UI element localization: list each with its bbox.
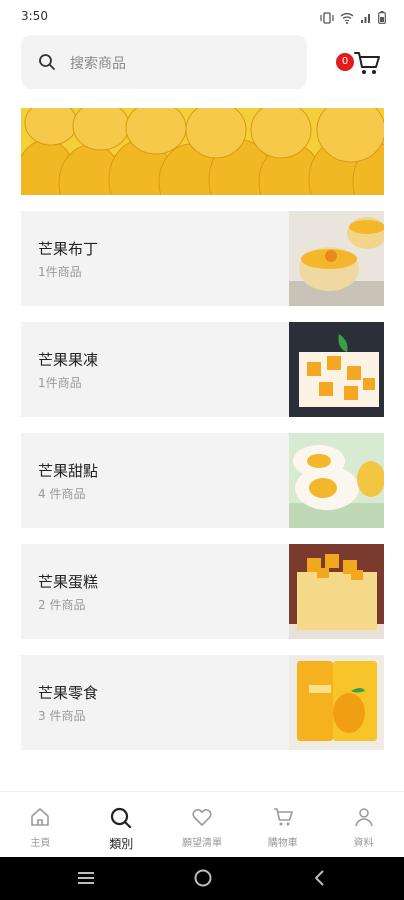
promo-banner[interactable] — [21, 108, 384, 195]
cart-button[interactable]: 0 — [334, 46, 384, 80]
search-placeholder: 搜索商品 — [70, 56, 126, 72]
battery-icon — [378, 9, 386, 28]
category-name: 芒果蛋糕 — [38, 573, 99, 591]
heart-icon — [192, 809, 212, 826]
menu-icon[interactable] — [76, 868, 96, 888]
cart-icon — [273, 808, 293, 826]
search-icon — [39, 54, 55, 70]
cart-badge: 0 — [336, 53, 354, 71]
back-icon[interactable] — [310, 868, 330, 888]
category-count: 2 件商品 — [38, 598, 86, 612]
mango-banner-image — [21, 108, 384, 195]
search-bar[interactable]: 搜索商品 — [21, 35, 307, 89]
search-icon — [111, 807, 132, 829]
category-card[interactable]: 芒果果凍 1件商品 — [21, 322, 384, 417]
jelly-thumbnail — [289, 322, 384, 417]
nav-label: 主頁 — [30, 838, 51, 849]
nav-label: 類別 — [109, 837, 134, 851]
category-count: 1件商品 — [38, 376, 82, 390]
nav-item-profile[interactable]: 資料 — [323, 792, 404, 858]
category-count: 4 件商品 — [38, 487, 86, 501]
category-count: 3 件商品 — [38, 709, 86, 723]
dessert-thumbnail — [289, 433, 384, 528]
pudding-thumbnail — [289, 211, 384, 306]
nav-item-home[interactable]: 主頁 — [0, 792, 81, 858]
category-count: 1件商品 — [38, 265, 82, 279]
category-card[interactable]: 芒果零食 3 件商品 — [21, 655, 384, 750]
nav-label: 資料 — [353, 838, 374, 849]
status-bar: 3:50 — [0, 0, 404, 34]
nav-item-cart[interactable]: 購物車 — [242, 792, 323, 858]
home-icon — [31, 808, 50, 826]
cake-thumbnail — [289, 544, 384, 639]
status-time: 3:50 — [21, 9, 48, 23]
bottom-nav: 主頁 類別 願望清單 購物車 資料 — [0, 791, 404, 858]
status-icons — [320, 9, 386, 28]
user-icon — [354, 808, 373, 827]
wifi-icon — [340, 9, 354, 28]
nav-label: 願望清單 — [181, 838, 222, 849]
category-name: 芒果果凍 — [38, 351, 99, 369]
nav-item-categories[interactable]: 類別 — [81, 792, 162, 858]
cart-icon — [354, 52, 380, 74]
home-button-icon[interactable] — [193, 868, 213, 888]
category-card[interactable]: 芒果布丁 1件商品 — [21, 211, 384, 306]
nav-item-wishlist[interactable]: 願望清單 — [162, 792, 243, 858]
category-card[interactable]: 芒果蛋糕 2 件商品 — [21, 544, 384, 639]
category-name: 芒果甜點 — [38, 462, 99, 480]
category-name: 芒果布丁 — [38, 240, 99, 258]
nav-label: 購物車 — [267, 838, 298, 849]
category-card[interactable]: 芒果甜點 4 件商品 — [21, 433, 384, 528]
signal-icon — [360, 9, 372, 28]
system-nav-bar — [0, 857, 404, 900]
vibrate-icon — [320, 9, 334, 28]
snack-thumbnail — [289, 655, 384, 750]
category-name: 芒果零食 — [38, 684, 99, 702]
